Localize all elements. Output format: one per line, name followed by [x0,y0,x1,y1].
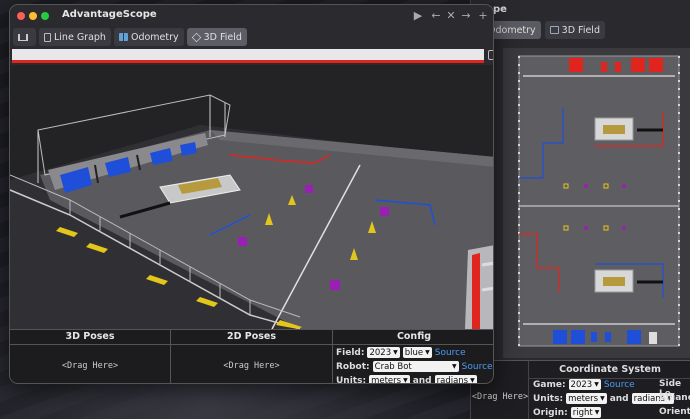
poses-2d-title: 2D Poses [171,330,332,345]
poses-2d-drag-target[interactable]: <Drag Here> [171,361,332,371]
origin-label: Origin: [533,407,568,418]
back-drag-target[interactable]: <Drag Here> [471,392,529,402]
back-units-and: and [609,393,629,404]
origin-select[interactable]: right ▼ [570,407,602,418]
game-select-value: 2023 [570,379,593,390]
game-label: Game: [533,379,566,390]
chevron-down-icon: ▼ [425,349,430,356]
document-icon [44,32,51,42]
chevron-down-icon: ▼ [452,363,457,370]
back-window-title: pe [493,4,507,15]
window-title: AdvantageScope [62,9,157,20]
main-window[interactable]: AdvantageScope ▶ ← ✕ → + Line Graph Odom… [9,4,494,384]
tab-bar: Line Graph Odometry 3D Field [13,28,247,46]
origin-row: Origin: right ▼ [533,407,602,418]
timeline-bar[interactable] [12,49,484,63]
alliance-label: Allianc [659,393,690,403]
origin-select-value: right [572,407,593,418]
game-row: Game: 2023 ▼ Source [533,379,635,390]
field-source-link[interactable]: Source [435,348,466,358]
coordinate-system-title: Coordinate System [529,361,690,379]
sidebar-toggle-icon[interactable] [488,50,493,60]
poses-3d-panel: 3D Poses <Drag Here> [10,330,171,383]
units-label: Units: [336,375,367,384]
odometry-icon [118,33,128,41]
config-title: Config [333,330,493,345]
book-icon [18,33,28,41]
field-alliance-value: blue [404,347,424,358]
odometry-field-view[interactable] [503,48,690,358]
poses-3d-title: 3D Poses [10,330,170,345]
poses-3d-drag-target[interactable]: <Drag Here> [10,361,170,371]
units-angle-select[interactable]: radians ▼ [434,375,477,384]
bottom-panel: 3D Poses <Drag Here> 2D Poses <Drag Here… [10,329,493,384]
back-units-label: Units: [533,393,564,404]
arrow-right-icon[interactable]: → [460,9,472,23]
tab-3d-field[interactable]: 3D Field [186,28,247,46]
chevron-down-icon: ▼ [393,349,398,356]
robot-select-value: Crab Bot [374,361,412,372]
chevron-down-icon: ▼ [470,377,475,384]
odometry-field-svg [503,48,690,358]
back-units-distance-select[interactable]: meters ▼ [566,393,607,404]
units-distance-select[interactable]: meters ▼ [369,375,410,384]
tab-odometry-label: Odometry [130,31,179,43]
units-and: and [412,375,432,384]
back-tab-3d-field[interactable]: 3D Field [544,21,605,39]
chevron-down-icon: ▼ [600,395,605,402]
config-panel: Config Field: 2023 ▼ blue ▼ Source Robot: … [333,330,493,384]
poses-2d-panel: 2D Poses <Drag Here> [171,330,333,383]
field-alliance-select[interactable]: blue ▼ [402,347,432,358]
back-tab-3d-field-label: 3D Field [561,24,600,36]
back-units-distance-value: meters [568,393,599,404]
units-angle-value: radians [436,375,469,384]
cube-icon [549,26,559,34]
play-icon[interactable]: ▶ [412,9,424,23]
orientation-label: Orientat [659,407,690,417]
units-distance-value: meters [371,375,402,384]
tab-line-graph-label: Line Graph [54,31,106,43]
background-window[interactable]: pe Odometry 3D Field <Drag Here> Coordin… [470,0,690,419]
field-year-value: 2023 [369,347,392,358]
cube-icon [191,32,201,42]
minimize-window-button[interactable] [29,12,37,20]
back-units-row: Units: meters ▼ and radians ▼ [533,393,674,404]
3d-field-view[interactable] [10,65,493,329]
back-tab-odometry-label: Odometry [488,24,536,36]
tab-line-graph[interactable]: Line Graph [39,28,111,46]
field-label: Field: [336,347,365,358]
robot-source-link[interactable]: Source [462,362,493,372]
robot-label: Robot: [336,361,370,372]
tab-odometry[interactable]: Odometry [113,28,184,46]
chevron-down-icon: ▼ [594,409,600,416]
tab-3d-field-label: 3D Field [203,31,242,43]
add-tab-icon[interactable]: + [477,9,489,23]
3d-field-svg [10,94,493,329]
back-coordinate-system-panel: Coordinate System Game: 2023 ▼ Source Uni… [529,360,690,419]
field-year-select[interactable]: 2023 ▼ [367,347,400,358]
arrow-left-icon[interactable]: ← [430,9,442,23]
chevron-down-icon: ▼ [594,381,599,388]
title-bar[interactable]: AdvantageScope ▶ ← ✕ → + [10,5,493,27]
field-row: Field: 2023 ▼ blue ▼ Source [336,347,466,358]
game-select[interactable]: 2023 ▼ [568,379,601,390]
units-row: Units: meters ▼ and radians ▼ [336,375,477,384]
game-source-link[interactable]: Source [604,380,635,390]
close-window-button[interactable] [17,12,25,20]
robot-row: Robot: Crab Bot ▼ Source [336,361,493,372]
tab-documentation[interactable] [13,28,36,46]
zoom-window-button[interactable] [41,12,49,20]
close-tab-icon[interactable]: ✕ [445,9,457,23]
chevron-down-icon: ▼ [403,377,408,384]
robot-select[interactable]: Crab Bot ▼ [372,361,459,372]
